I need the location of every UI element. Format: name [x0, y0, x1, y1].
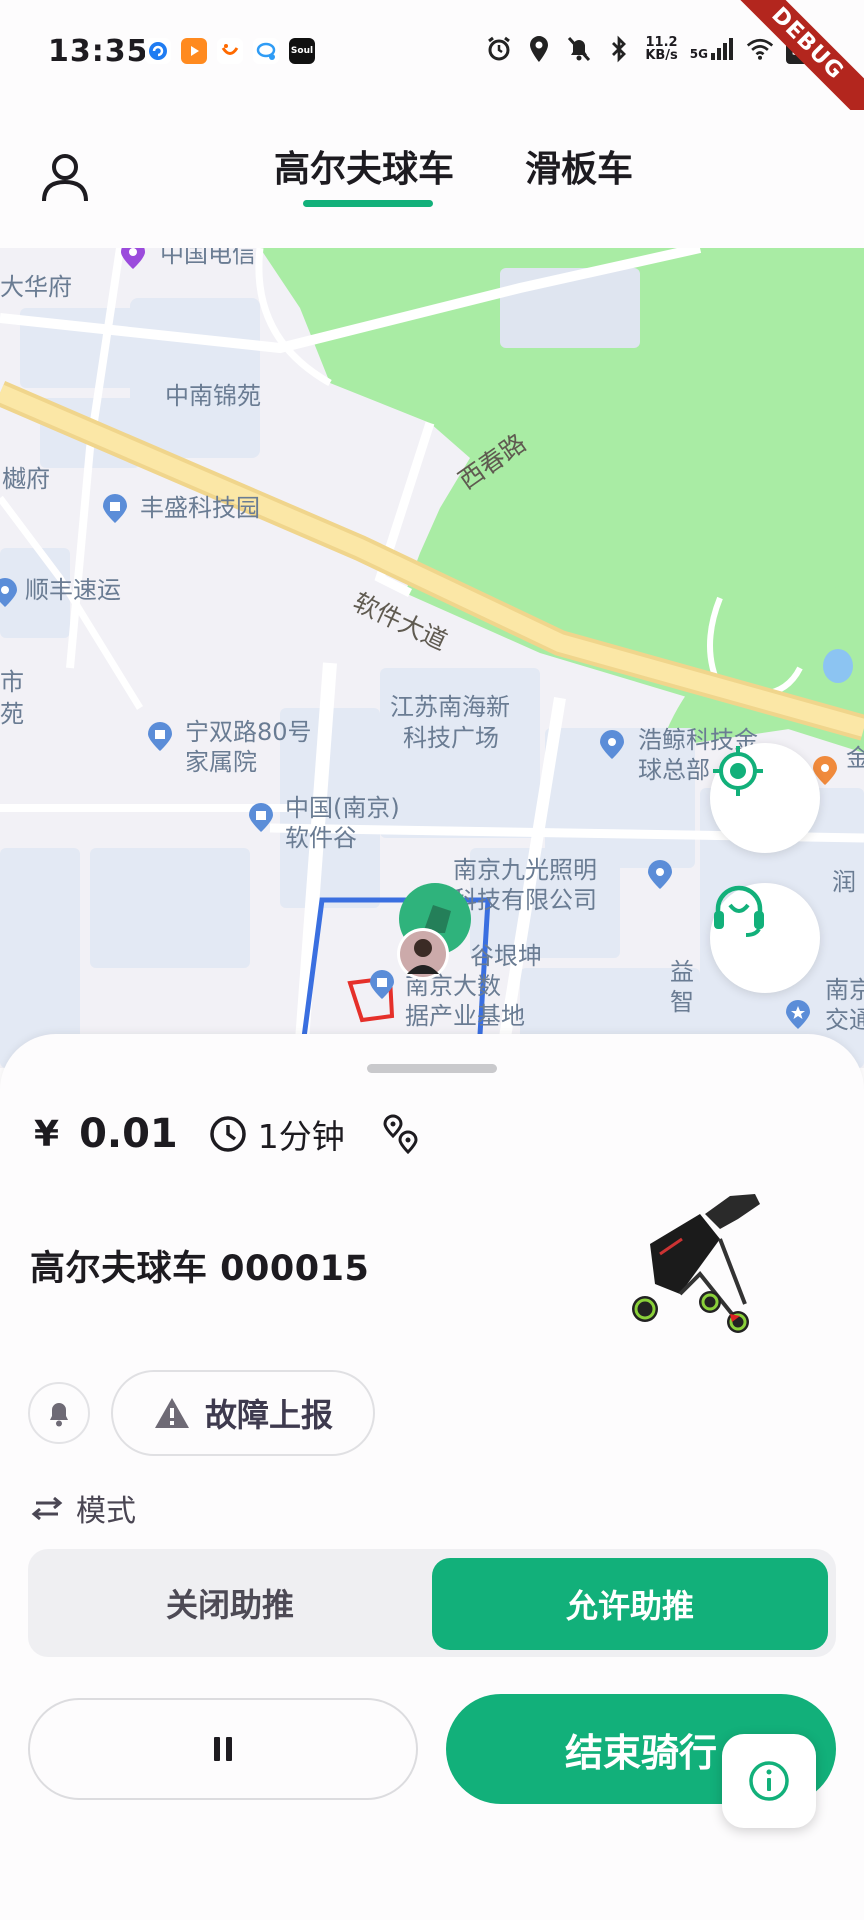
video-app-icon [181, 38, 207, 64]
map-label: 中国电信 [160, 248, 256, 268]
app-header: 高尔夫球车 滑板车 [0, 110, 864, 248]
ride-price: 0.01 [79, 1111, 178, 1157]
cell-signal-icon: 5G [690, 37, 734, 61]
map-label: 软件谷 [285, 824, 357, 852]
golf-cart-image [632, 1194, 760, 1333]
warning-icon [154, 1398, 189, 1428]
network-speed-unit: KB/s [645, 48, 678, 63]
tab-golf-cart[interactable]: 高尔夫球车 [274, 140, 454, 192]
poi-pin-icon [786, 1000, 810, 1029]
map-label: 丰盛科技园 [140, 494, 260, 522]
locate-me-button[interactable] [710, 743, 820, 853]
map-label: 江苏南海新 [390, 693, 510, 721]
map-label: 益 [670, 958, 694, 986]
soul-icon: Soul [289, 38, 315, 64]
app-blue-icon [145, 38, 171, 64]
clock-icon [210, 1116, 246, 1152]
poi-pin-icon [370, 970, 394, 999]
map-label: 顺丰速运 [25, 576, 121, 604]
assist-mode-toggle: 关闭助推 允许助推 [28, 1549, 836, 1657]
ride-duration: 1分钟 [257, 1117, 345, 1156]
ring-bell-button[interactable] [28, 1382, 90, 1444]
taobao-icon [217, 38, 243, 64]
map-label: 交通 [825, 1006, 864, 1034]
map-label: 宁双路80号 [185, 718, 312, 746]
info-button[interactable] [722, 1734, 816, 1828]
poi-pin-icon [121, 248, 145, 269]
map-label: 大华府 [0, 273, 72, 301]
map-label: 南京九光照明 [453, 856, 597, 884]
route-pins-icon[interactable] [381, 1114, 421, 1154]
poi-pin-icon [600, 730, 624, 759]
user-icon [42, 154, 88, 202]
crosshair-icon [713, 746, 763, 796]
map-label: 智 [670, 988, 694, 1016]
report-fault-button[interactable]: 故障上报 [111, 1370, 375, 1456]
network-speed: 11.2 KB/s [645, 36, 677, 62]
poi-pin-icon [148, 722, 172, 751]
assist-off-option[interactable]: 关闭助推 [28, 1549, 432, 1657]
vehicle-name: 高尔夫球车 000015 [30, 1249, 370, 1289]
tab-scooter[interactable]: 滑板车 [525, 140, 633, 192]
map-label: 樾府 [2, 465, 50, 493]
poi-pin-icon [103, 494, 127, 523]
assist-on-option[interactable]: 允许助推 [432, 1558, 828, 1650]
customer-service-button[interactable] [710, 883, 820, 993]
map-label: 球总部 [638, 756, 710, 784]
map-label: 科技广场 [403, 724, 499, 752]
status-icons: 11.2 KB/s 5G 5 [485, 34, 808, 64]
map-label: 苑 [0, 700, 24, 728]
map-label: 家属院 [185, 748, 257, 776]
map-label: 中南锦苑 [165, 382, 261, 410]
map-label: 据产业基地 [405, 1002, 525, 1030]
bluetooth-icon [605, 34, 633, 64]
swap-arrows-icon [31, 1496, 63, 1521]
sheet-drag-handle[interactable] [367, 1064, 497, 1073]
ride-bottom-sheet: ¥ 0.01 1分钟 高尔夫球车 000015 故障上报 模式 关闭助推 允许助… [0, 1034, 864, 1920]
wifi-icon [746, 34, 774, 64]
mode-header: 模式 [30, 1486, 136, 1530]
headset-icon [714, 885, 764, 937]
map-label: 金 [846, 744, 864, 772]
poi-pin-icon [249, 803, 273, 832]
currency-symbol: ¥ [34, 1113, 60, 1155]
map-label: 市 [0, 668, 24, 696]
map-label: 润 [832, 868, 856, 896]
mode-label: 模式 [76, 1494, 136, 1529]
qq-icon [253, 38, 279, 64]
info-icon [749, 1761, 789, 1801]
status-time: 13:35 [48, 34, 149, 69]
bell-icon [50, 1403, 68, 1427]
map-label: 谷垠坤 [470, 942, 542, 970]
map-label: 中国(南京) [285, 794, 400, 822]
ride-summary: ¥ 0.01 1分钟 [34, 1104, 421, 1164]
pause-icon [214, 1737, 232, 1761]
mute-bell-icon [565, 34, 593, 64]
pause-ride-button[interactable] [28, 1698, 418, 1800]
poi-pin-icon [648, 860, 672, 889]
poi-pin-icon [0, 578, 17, 607]
report-fault-label: 故障上报 [204, 1396, 333, 1434]
tab-indicator [303, 200, 433, 207]
map-view[interactable]: 中国电信 大华府 中南锦苑 樾府 丰盛科技园 西春路 顺丰速运 软件大道 江苏南… [0, 248, 864, 1068]
notification-app-icons: Soul [145, 38, 315, 64]
map-label: 南京 [825, 976, 864, 1004]
network-type: 5G [689, 47, 708, 61]
alarm-icon [485, 34, 513, 64]
profile-button[interactable] [36, 148, 94, 206]
location-icon [525, 34, 553, 64]
status-bar: 13:35 Soul 11.2 KB/s 5G DEBUG [0, 0, 864, 137]
user-location-avatar [397, 928, 449, 980]
